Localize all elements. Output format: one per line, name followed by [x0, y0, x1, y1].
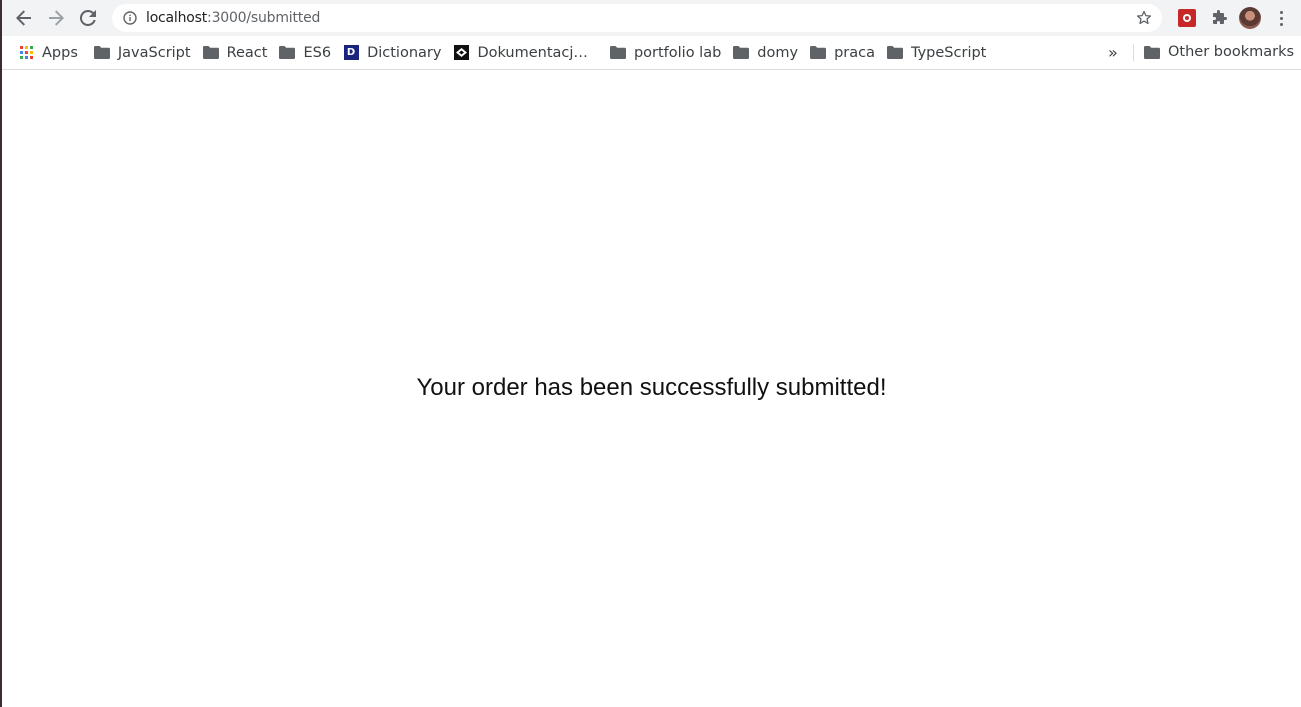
- bookmark-label: JavaScript: [117, 44, 191, 61]
- folder-icon: [202, 45, 219, 61]
- toolbar-right-icons: [1165, 0, 1301, 36]
- url-text[interactable]: localhost:3000/submitted: [146, 10, 320, 26]
- back-button[interactable]: [10, 4, 38, 32]
- bookmark-folder-portfolio-lab[interactable]: portfolio lab: [604, 39, 727, 67]
- folder-icon: [1144, 44, 1160, 60]
- bookmark-apps[interactable]: Apps: [12, 39, 84, 67]
- site-info-icon[interactable]: [122, 10, 138, 26]
- bookmark-label: Dictionary: [367, 44, 442, 61]
- bookmark-label: domy: [757, 44, 799, 61]
- reload-icon: [80, 10, 96, 26]
- bookmark-dokumentacja[interactable]: Dokumentacj…: [447, 39, 594, 67]
- bookmark-folder-es6[interactable]: ES6: [273, 39, 337, 67]
- forward-arrow-icon: [49, 10, 64, 26]
- bookmark-label: ES6: [303, 44, 332, 61]
- bookmark-dictionary[interactable]: D Dictionary: [337, 39, 447, 67]
- bookmark-folder-javascript[interactable]: JavaScript: [88, 39, 197, 67]
- bookmark-star-icon[interactable]: [1136, 10, 1152, 26]
- back-arrow-icon: [16, 10, 31, 26]
- address-bar[interactable]: localhost:3000/submitted: [112, 4, 1162, 32]
- folder-icon: [93, 45, 110, 61]
- puzzle-icon[interactable]: [1209, 8, 1229, 28]
- bookmark-folder-praca[interactable]: praca: [804, 39, 881, 67]
- profile-avatar[interactable]: [1239, 7, 1261, 29]
- reload-button[interactable]: [74, 4, 102, 32]
- kebab-menu-icon[interactable]: [1273, 8, 1289, 28]
- browser-toolbar: localhost:3000/submitted: [2, 0, 1301, 36]
- extension-icon[interactable]: [1177, 8, 1197, 28]
- dictionary-icon: D: [343, 45, 359, 61]
- bookmark-folder-typescript[interactable]: TypeScript: [881, 39, 992, 67]
- document-icon: [453, 45, 469, 61]
- bookmarks-bar: Apps JavaScript React ES6 D Dictionary D…: [2, 36, 1301, 70]
- bookmark-label: praca: [834, 44, 875, 61]
- bookmarks-separator: [1133, 44, 1134, 61]
- folder-icon: [279, 45, 296, 61]
- folder-icon: [810, 45, 827, 61]
- bookmark-folder-react[interactable]: React: [197, 39, 274, 67]
- forward-button[interactable]: [42, 4, 70, 32]
- bookmarks-overflow-button[interactable]: »: [1108, 36, 1118, 69]
- folder-icon: [887, 45, 903, 61]
- bookmark-folder-domy[interactable]: domy: [727, 39, 804, 67]
- success-message: Your order has been successfully submitt…: [416, 374, 887, 401]
- folder-icon: [733, 45, 750, 61]
- bookmark-label: Apps: [42, 44, 78, 61]
- page-content: Your order has been successfully submitt…: [2, 70, 1301, 707]
- apps-grid-icon: [18, 45, 34, 61]
- url-host: localhost: [146, 10, 208, 26]
- overflow-chevron-icon: »: [1108, 43, 1118, 62]
- bookmark-label: Dokumentacj…: [477, 44, 588, 61]
- bookmark-label: portfolio lab: [633, 44, 722, 61]
- bookmark-label: TypeScript: [911, 44, 987, 61]
- bookmark-label: React: [226, 44, 268, 61]
- bookmark-other-bookmarks[interactable]: Other bookmarks: [1138, 38, 1300, 66]
- bookmark-label: Other bookmarks: [1168, 44, 1295, 60]
- folder-icon: [609, 45, 626, 61]
- browser-window: localhost:3000/submitted Apps JavaScript…: [0, 0, 1301, 707]
- url-path: :3000/submitted: [207, 10, 321, 26]
